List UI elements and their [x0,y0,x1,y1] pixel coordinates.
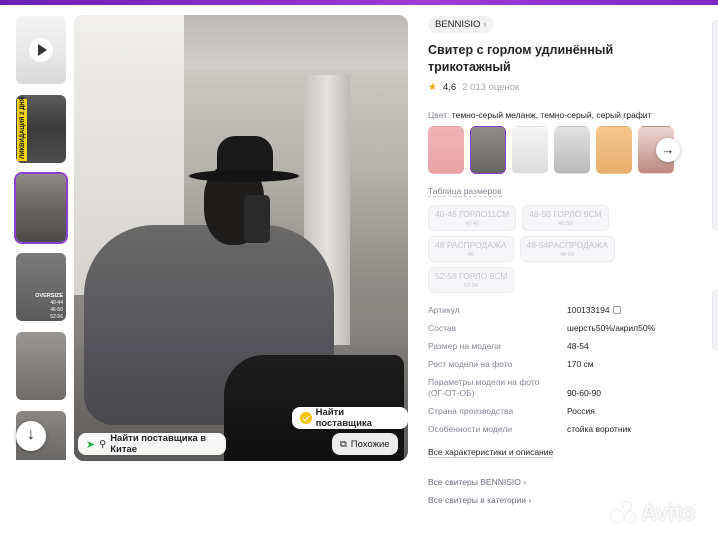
star-icon: ★ [428,82,437,93]
promo-tag: ЛИКВИДАЦИЯ 2 ДНЯ [17,97,27,161]
product-title: Свитер с горлом удлинённый трикотажный [428,43,614,74]
thumbnail-image[interactable] [14,330,68,402]
main-product-photo[interactable]: Найти поставщика ➤ ⚲ Найти поставщика в … [74,15,408,461]
size-option[interactable]: 48-54РАСПРОДАЖА 48-54 [519,236,615,262]
spec-row: Состав шерсть50%/акрил50% [428,323,656,333]
size-option[interactable]: 46-50 ГОРЛО 9СМ 46-50 [522,205,609,231]
avito-logo-icon [611,502,637,524]
chevron-right-icon: › [523,477,527,487]
color-swatch-selected[interactable] [470,126,506,174]
spec-row: Параметры модели на фото (ОГ-ОТ-ОБ) 90-60… [428,377,602,398]
size-option[interactable]: 40-46 ГОРЛО11СМ 40-46 [428,205,517,231]
copy-icon[interactable] [612,306,621,314]
thumbnail-image[interactable]: OVERSIZE 40-44 46-50 52-56 [14,251,68,323]
leaf-icon: ➤ [86,438,96,451]
find-supplier-china-button[interactable]: ➤ ⚲ Найти поставщика в Китае [78,433,226,455]
spec-row: Страна производства Россия [428,406,595,416]
similar-button[interactable]: ⧉ Похожие [332,433,398,455]
oversize-label: OVERSIZE 40-44 46-50 52-56 [35,293,63,320]
spec-row: Особенности модели стойка воротник [428,424,631,434]
scroll-down-button[interactable]: ↓ [16,421,46,451]
spec-row: Артикул 100133194 [428,305,668,316]
specs-list: Артикул 100133194 Состав шерсть50%/акрил5… [428,305,668,460]
color-label: Цвет: темно-серый меланж, темно-серый, с… [428,110,652,120]
spec-row: Рост модели на фото 170 см [428,359,594,369]
color-swatch[interactable] [512,126,548,174]
find-supplier-button[interactable]: Найти поставщика [292,407,408,429]
thumbnail-image-selected[interactable] [14,172,68,244]
chevron-right-icon: › [528,495,532,505]
next-swatches-button[interactable]: → [656,138,680,162]
size-option[interactable]: 48 РАСПРОДАЖА 48 [428,236,514,262]
color-swatches[interactable]: → [428,126,718,174]
chevron-right-icon: › [483,19,487,30]
brand-category-link[interactable]: Все свитеры BENNISIO › [428,477,718,487]
color-swatch[interactable] [554,126,590,174]
rating-row[interactable]: ★ 4,6 2 013 оценок [428,82,718,93]
spec-row: Размер на модели 48-54 [428,341,589,351]
brand-link[interactable]: BENNISIO › [428,16,494,33]
size-options[interactable]: 40-46 ГОРЛО11СМ 40-46 46-50 ГОРЛО 9СМ 46-5… [428,205,628,293]
color-swatch[interactable] [596,126,632,174]
thumbnail-video[interactable] [14,14,68,86]
thumbnail-strip[interactable]: ЛИКВИДАЦИЯ 2 ДНЯ OVERSIZE 40-44 46-50 52… [14,14,70,460]
image-search-icon: ⧉ [340,438,347,450]
thumbnail-image[interactable]: ЛИКВИДАЦИЯ 2 ДНЯ [14,93,68,165]
side-panel-edge [712,20,718,230]
side-panel-edge [712,290,718,350]
color-swatch[interactable] [428,126,464,174]
size-table-link[interactable]: Таблица размеров [428,186,502,197]
all-specs-link[interactable]: Все характеристики и описание [428,447,554,458]
product-info: BENNISIO › Свитер с горлом удлинённый три… [428,14,718,505]
avito-watermark: Avito [611,500,695,526]
check-badge-icon [300,412,312,424]
search-icon: ⚲ [99,438,107,450]
play-icon[interactable] [29,38,53,62]
size-option[interactable]: 52-56 ГОРЛО 9СМ 52-56 [428,267,515,293]
top-accent-bar [0,0,718,5]
arrow-right-icon: → [661,142,675,157]
arrow-down-icon: ↓ [27,426,35,443]
